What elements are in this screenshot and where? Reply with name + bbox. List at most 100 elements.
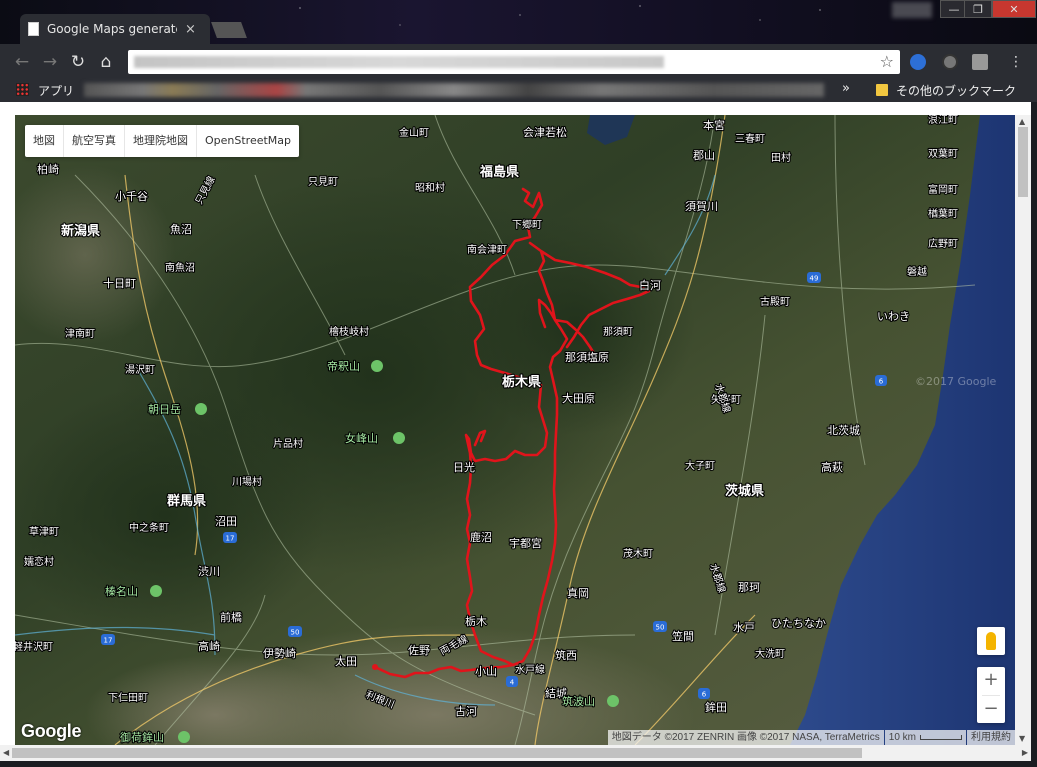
pegman-icon [986,632,996,650]
home-icon[interactable]: ⌂ [96,52,116,72]
label-place: 富岡町 [928,183,958,196]
bookmarks-overflow-button[interactable]: » [842,81,850,96]
scale-label: 10 km [888,732,916,743]
label-place: 古河 [455,705,477,718]
maptype-osm-button[interactable]: OpenStreetMap [197,125,299,157]
map-type-control: 地図 航空写真 地理院地図 OpenStreetMap [25,125,300,157]
label-niigata: 新潟県 [61,223,100,239]
satellite-map[interactable]: 福島県 新潟県 栃木県 群馬県 茨城県 会津若松 本宮 三春町 浪江町 金山町 … [15,115,1015,745]
label-place: 大洗町 [755,647,785,660]
maptype-gsi-button[interactable]: 地理院地図 [125,125,197,157]
horizontal-scroll-thumb[interactable] [12,748,862,758]
maximize-button[interactable]: ❐ [964,0,992,18]
zoom-out-button[interactable]: − [977,696,1005,724]
page-top-margin [0,102,1031,115]
reload-icon[interactable]: ↻ [68,52,88,72]
extension-square-icon[interactable] [972,54,988,70]
label-gunma: 群馬県 [167,493,206,509]
label-mountain: 筑波山 [562,694,595,708]
profile-button[interactable] [892,2,932,18]
vertical-scrollbar[interactable]: ▲ ▼ [1015,115,1031,745]
label-place: 須賀川 [685,200,718,213]
label-fukushima: 福島県 [479,164,519,180]
label-place: 水戸 [733,621,755,634]
label-mountain: 帝釈山 [327,359,360,373]
label-rail: 水戸線 [515,663,545,676]
toolbar: ← → ↻ ⌂ ☆ ⋮ [0,44,1037,78]
label-place: 片品村 [273,437,303,450]
vertical-scroll-thumb[interactable] [1018,127,1028,197]
zoom-in-button[interactable]: + [977,667,1005,695]
other-bookmarks-link[interactable]: その他のブックマーク [896,82,1016,99]
label-place: 高崎 [198,639,220,653]
label-place: 南会津町 [467,243,507,256]
label-place: 栃木 [465,614,487,628]
page-left-margin [0,102,15,745]
bookmark-items[interactable] [84,83,824,97]
extension-e-icon[interactable] [910,54,926,70]
label-place: 十日町 [103,276,136,290]
svg-text:17: 17 [226,535,235,543]
close-window-button[interactable]: ✕ [992,0,1036,18]
maptype-map-button[interactable]: 地図 [25,125,64,157]
label-mountain: 朝日岳 [148,403,181,416]
mountain-marker-icon [150,585,162,597]
label-place: 本宮 [703,118,725,132]
address-text [134,56,664,68]
label-place: 田村 [771,151,791,164]
zoom-control: + − [977,667,1005,723]
label-place: 中之条町 [129,521,169,534]
page-icon [28,22,39,36]
back-arrow-icon[interactable]: ← [12,52,32,72]
scroll-right-icon[interactable]: ▶ [1022,748,1028,757]
label-place: 湯沢町 [125,363,155,376]
mountain-marker-icon [393,432,405,444]
label-place: 那珂 [738,581,760,594]
terms-link[interactable]: 利用規約 [967,730,1015,745]
route-start [372,664,378,670]
new-tab-button[interactable] [211,22,247,38]
label-mountain: 御荷鉾山 [120,730,164,744]
scroll-up-icon[interactable]: ▲ [1019,117,1025,126]
label-place: 楢葉町 [928,207,958,220]
star-icon[interactable]: ☆ [880,52,894,71]
extension-circle-icon[interactable] [942,54,958,70]
label-place: 高萩 [821,460,843,474]
tab-google-maps[interactable]: Google Maps generate × [20,14,210,44]
label-place: いわき [877,310,910,323]
label-place: 大子町 [685,459,715,472]
label-place: 沼田 [215,514,237,528]
menu-icon[interactable]: ⋮ [1006,52,1026,72]
label-mountain: 榛名山 [105,584,138,598]
label-place: 大田原 [562,391,595,405]
scroll-down-icon[interactable]: ▼ [1019,734,1025,743]
pegman-button[interactable] [977,627,1005,655]
label-place: 茂木町 [623,547,653,560]
label-place: 鉾田 [705,700,727,714]
svg-text:50: 50 [291,629,300,637]
tab-close-button[interactable]: × [185,22,196,37]
mountain-marker-icon [178,731,190,743]
label-mountain: 女峰山 [345,431,378,445]
scale-control[interactable]: 10 km [884,730,966,745]
map-viewport[interactable]: 福島県 新潟県 栃木県 群馬県 茨城県 会津若松 本宮 三春町 浪江町 金山町 … [15,115,1015,745]
label-place: 渋川 [198,565,220,578]
apps-grid-icon[interactable] [16,83,29,96]
label-place: 只見町 [308,176,338,188]
browser-window: Google Maps generate × — ❐ ✕ ← → ↻ ⌂ ☆ ⋮… [0,0,1037,767]
label-ibaraki: 茨城県 [725,483,764,499]
label-place: 会津若松 [523,125,567,139]
scale-bar [920,734,962,740]
address-bar[interactable]: ☆ [128,50,900,74]
forward-arrow-icon[interactable]: → [40,52,60,72]
scroll-left-icon[interactable]: ◀ [3,748,9,757]
apps-link[interactable]: アプリ [38,82,74,99]
label-place: 檜枝岐村 [329,325,369,338]
maptype-satellite-button[interactable]: 航空写真 [64,125,125,157]
horizontal-scrollbar[interactable]: ◀ ▶ [0,745,1031,761]
label-place: 伊勢崎 [263,646,296,660]
label-place: 那須塩原 [565,350,609,364]
attribution-text: 地図データ ©2017 ZENRIN 画像 ©2017 NASA, TerraM… [607,730,884,745]
label-place: 双葉町 [928,147,958,160]
tab-title: Google Maps generate [47,22,177,36]
